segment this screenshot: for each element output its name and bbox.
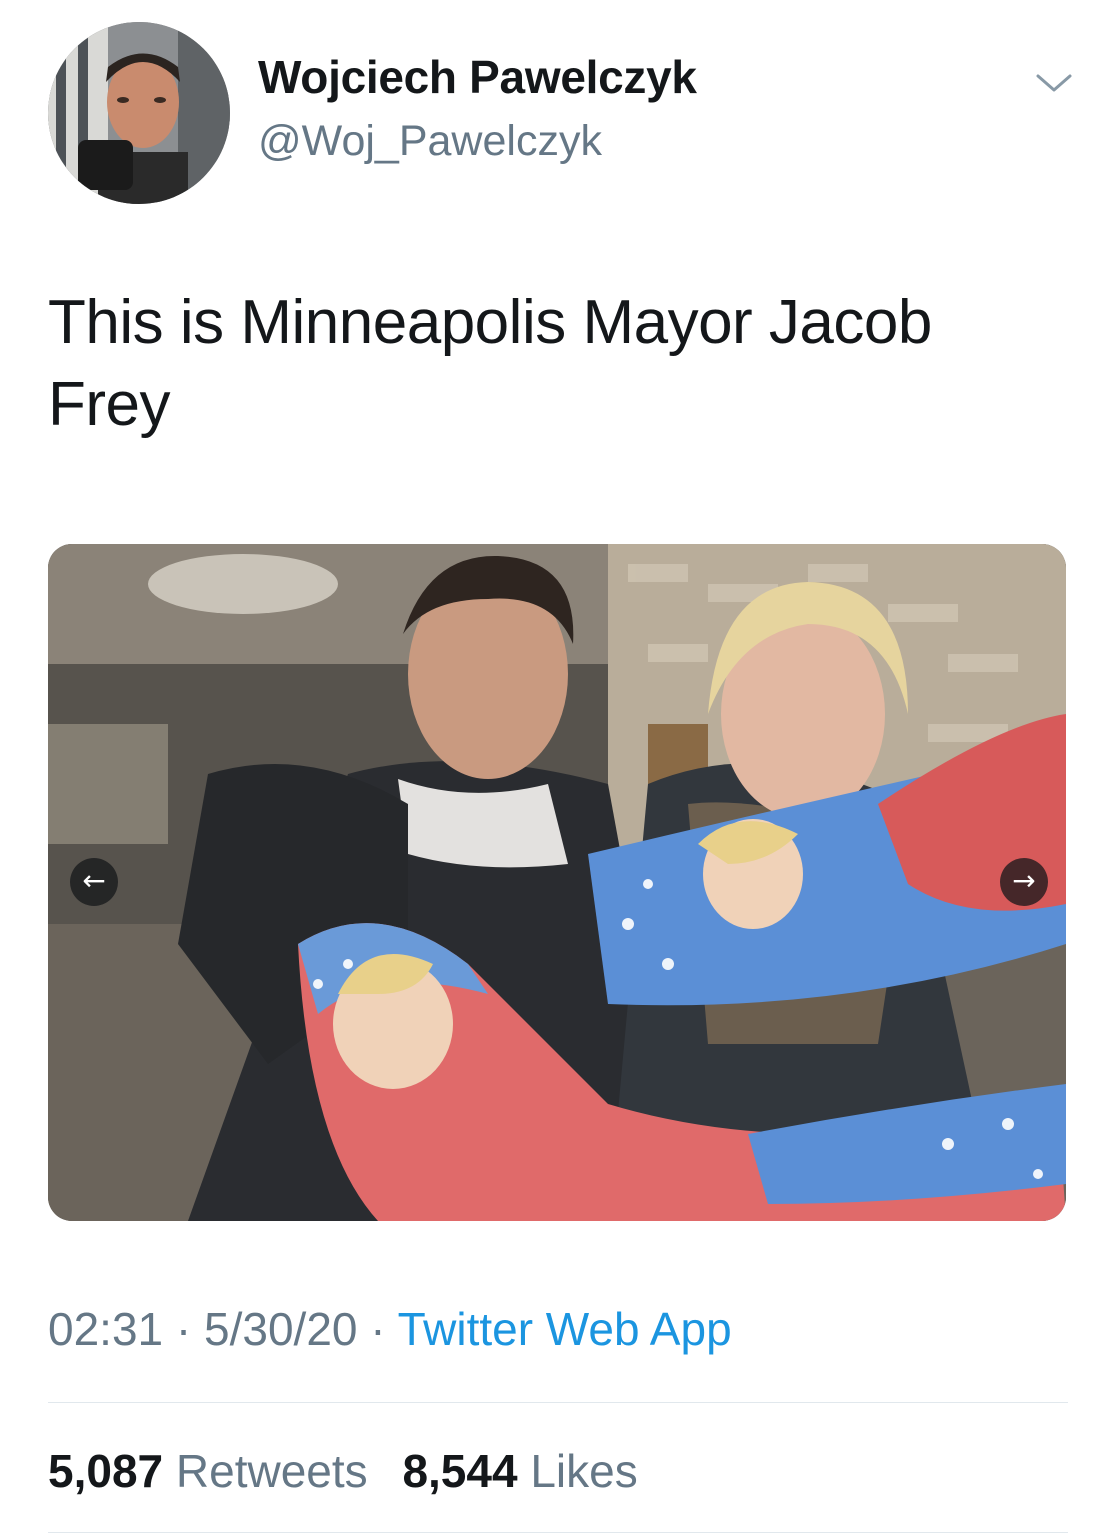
retweets-stat[interactable]: 5,087 Retweets <box>48 1445 380 1497</box>
divider <box>48 1532 1068 1533</box>
tweet-photo[interactable] <box>48 544 1066 1221</box>
avatar-photo <box>48 22 230 204</box>
tweet-card: Wojciech Pawelczyk @Woj_Pawelczyk This i… <box>0 0 1113 1536</box>
likes-stat[interactable]: 8,544 Likes <box>402 1445 637 1497</box>
tweet-time[interactable]: 02:31 <box>48 1303 163 1355</box>
author-display-name[interactable]: Wojciech Pawelczyk <box>258 50 697 104</box>
likes-count: 8,544 <box>402 1445 518 1497</box>
likes-label: Likes <box>530 1445 638 1497</box>
tweet-meta: 02:31 · 5/30/20 · Twitter Web App <box>48 1302 732 1356</box>
previous-photo-button[interactable]: ← <box>70 858 118 906</box>
retweets-count: 5,087 <box>48 1445 164 1497</box>
author-handle[interactable]: @Woj_Pawelczyk <box>258 117 602 166</box>
retweets-label: Retweets <box>175 1445 368 1497</box>
photo-image <box>48 544 1066 1221</box>
tweet-text: This is Minneapolis Mayor Jacob Frey <box>48 288 932 439</box>
next-photo-button[interactable]: → <box>1000 858 1048 906</box>
chevron-down-icon[interactable] <box>1034 68 1074 98</box>
tweet-stats: 5,087 Retweets 8,544 Likes <box>48 1444 660 1498</box>
meta-separator: · <box>370 1303 386 1355</box>
tweet-source-link[interactable]: Twitter Web App <box>398 1303 732 1355</box>
avatar[interactable] <box>48 22 230 204</box>
divider <box>48 1402 1068 1403</box>
tweet-date[interactable]: 5/30/20 <box>204 1303 357 1355</box>
meta-separator: · <box>175 1303 192 1355</box>
